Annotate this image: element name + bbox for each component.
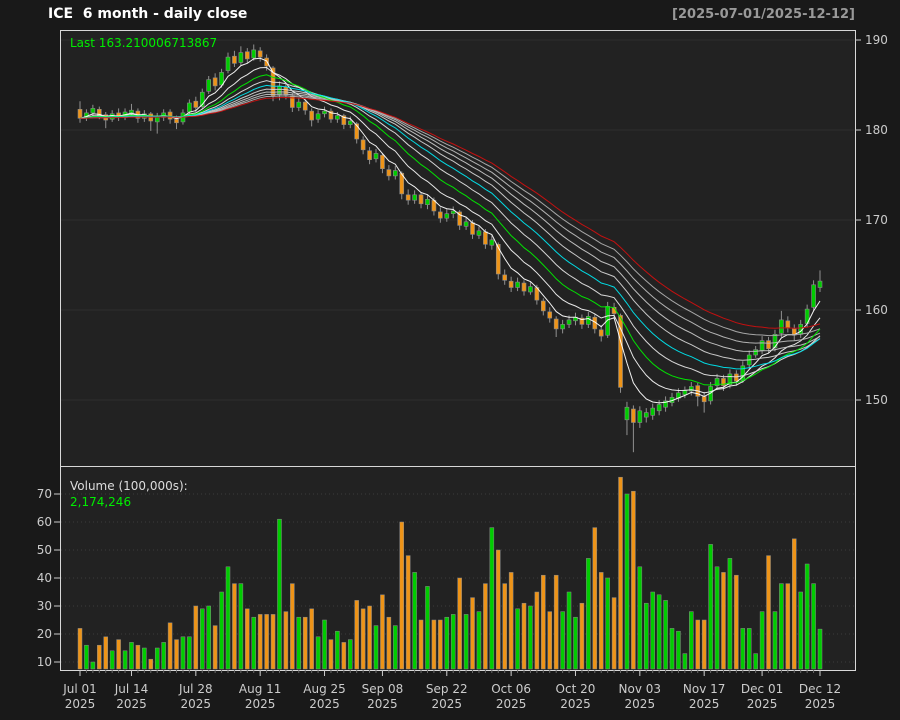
volume-units-label: Volume (100,000s): bbox=[70, 479, 188, 493]
chart-window: ICE 6 month - daily close [2025-07-01/20… bbox=[0, 0, 900, 720]
price-axis-label: 180 bbox=[865, 123, 888, 137]
price-axis-label: 160 bbox=[865, 303, 888, 317]
x-axis-label: Sep 222025 bbox=[426, 682, 468, 712]
x-axis-label: Dec 012025 bbox=[741, 682, 783, 712]
x-axis-label: Jul 282025 bbox=[179, 682, 213, 712]
x-axis-label: Aug 252025 bbox=[303, 682, 346, 712]
volume-axis-label: 50 bbox=[18, 543, 52, 557]
x-axis-label: Nov 172025 bbox=[683, 682, 726, 712]
volume-axis-label: 10 bbox=[18, 655, 52, 669]
volume-axis-label: 60 bbox=[18, 515, 52, 529]
volume-value-label: 2,174,246 bbox=[70, 495, 131, 509]
x-axis-label: Jul 142025 bbox=[115, 682, 149, 712]
x-axis-label: Aug 112025 bbox=[239, 682, 282, 712]
x-axis-label: Sep 082025 bbox=[362, 682, 404, 712]
price-axis-label: 190 bbox=[865, 33, 888, 47]
candlestick-chart bbox=[0, 0, 900, 720]
last-price-label: Last 163.210006713867 bbox=[70, 36, 217, 50]
x-axis-label: Oct 062025 bbox=[491, 682, 531, 712]
price-axis-label: 150 bbox=[865, 393, 888, 407]
x-axis-label: Dec 122025 bbox=[799, 682, 841, 712]
volume-axis-label: 30 bbox=[18, 599, 52, 613]
x-axis-label: Jul 012025 bbox=[63, 682, 97, 712]
volume-axis-label: 40 bbox=[18, 571, 52, 585]
x-axis-label: Oct 202025 bbox=[556, 682, 596, 712]
price-axis-label: 170 bbox=[865, 213, 888, 227]
x-axis-label: Nov 032025 bbox=[619, 682, 662, 712]
volume-axis-label: 20 bbox=[18, 627, 52, 641]
volume-axis-label: 70 bbox=[18, 487, 52, 501]
